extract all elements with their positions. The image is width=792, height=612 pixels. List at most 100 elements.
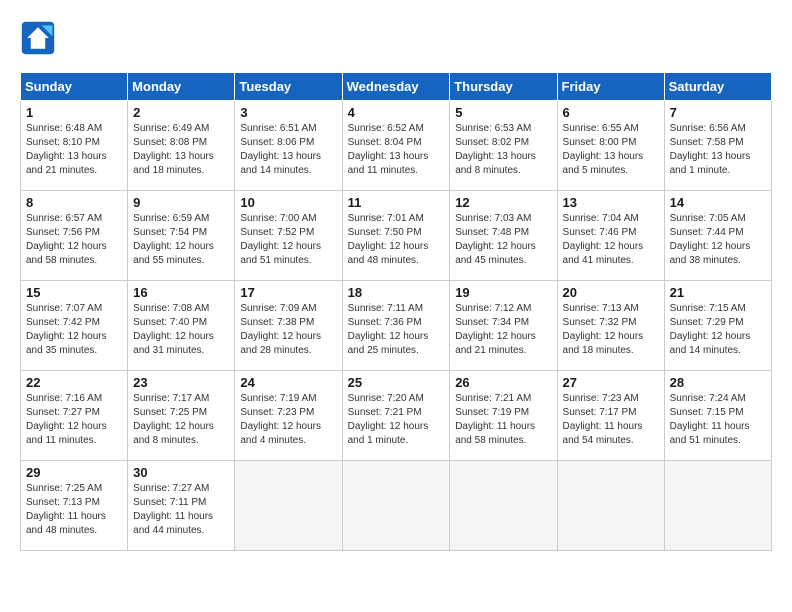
calendar-cell: 15 Sunrise: 7:07 AM Sunset: 7:42 PM Dayli…	[21, 281, 128, 371]
calendar-cell: 18Sunrise: 7:11 AM Sunset: 7:36 PM Dayli…	[342, 281, 450, 371]
calendar-header-monday: Monday	[128, 73, 235, 101]
calendar-cell: 19Sunrise: 7:12 AM Sunset: 7:34 PM Dayli…	[450, 281, 557, 371]
calendar-week-5: 29 Sunrise: 7:25 AM Sunset: 7:13 PM Dayli…	[21, 461, 772, 551]
day-number: 12	[455, 195, 551, 210]
day-number: 8	[26, 195, 122, 210]
day-info: Sunrise: 7:13 AM Sunset: 7:32 PM Dayligh…	[563, 302, 659, 358]
calendar-cell: 16 Sunrise: 7:08 AM Sunset: 7:40 PM Dayli…	[128, 281, 235, 371]
day-number: 22	[26, 375, 122, 390]
day-number: 25	[348, 375, 445, 390]
day-info: Sunrise: 6:52 AM Sunset: 8:04 PM Dayligh…	[348, 122, 445, 178]
day-info: Sunrise: 6:59 AM Sunset: 7:54 PM Dayligh…	[133, 212, 229, 268]
calendar-week-3: 15 Sunrise: 7:07 AM Sunset: 7:42 PM Dayli…	[21, 281, 772, 371]
day-info: Sunrise: 6:57 AM Sunset: 7:56 PM Dayligh…	[26, 212, 122, 268]
day-info: Sunrise: 7:21 AM Sunset: 7:19 PM Dayligh…	[455, 392, 551, 448]
calendar-header-thursday: Thursday	[450, 73, 557, 101]
calendar-cell: 20 Sunrise: 7:13 AM Sunset: 7:32 PM Dayli…	[557, 281, 664, 371]
day-number: 10	[240, 195, 336, 210]
calendar-cell: 7 Sunrise: 6:56 AM Sunset: 7:58 PM Daylig…	[664, 101, 771, 191]
calendar-cell: 28 Sunrise: 7:24 AM Sunset: 7:15 PM Dayli…	[664, 371, 771, 461]
calendar-week-1: 1Sunrise: 6:48 AM Sunset: 8:10 PM Daylig…	[21, 101, 772, 191]
day-info: Sunrise: 6:51 AM Sunset: 8:06 PM Dayligh…	[240, 122, 336, 178]
page-header	[20, 20, 772, 56]
calendar-header-wednesday: Wednesday	[342, 73, 450, 101]
day-number: 19	[455, 285, 551, 300]
day-info: Sunrise: 7:24 AM Sunset: 7:15 PM Dayligh…	[670, 392, 766, 448]
day-info: Sunrise: 6:56 AM Sunset: 7:58 PM Dayligh…	[670, 122, 766, 178]
calendar-cell: 17 Sunrise: 7:09 AM Sunset: 7:38 PM Dayli…	[235, 281, 342, 371]
day-number: 24	[240, 375, 336, 390]
calendar-cell: 13Sunrise: 7:04 AM Sunset: 7:46 PM Dayli…	[557, 191, 664, 281]
day-number: 17	[240, 285, 336, 300]
calendar-cell	[664, 461, 771, 551]
calendar-cell	[235, 461, 342, 551]
day-info: Sunrise: 6:53 AM Sunset: 8:02 PM Dayligh…	[455, 122, 551, 178]
day-number: 3	[240, 105, 336, 120]
calendar-cell: 11 Sunrise: 7:01 AM Sunset: 7:50 PM Dayli…	[342, 191, 450, 281]
calendar-cell: 3 Sunrise: 6:51 AM Sunset: 8:06 PM Daylig…	[235, 101, 342, 191]
calendar-header-saturday: Saturday	[664, 73, 771, 101]
day-info: Sunrise: 7:03 AM Sunset: 7:48 PM Dayligh…	[455, 212, 551, 268]
day-info: Sunrise: 7:19 AM Sunset: 7:23 PM Dayligh…	[240, 392, 336, 448]
day-number: 11	[348, 195, 445, 210]
day-number: 16	[133, 285, 229, 300]
calendar-header-sunday: Sunday	[21, 73, 128, 101]
day-number: 4	[348, 105, 445, 120]
day-number: 9	[133, 195, 229, 210]
calendar-cell: 14 Sunrise: 7:05 AM Sunset: 7:44 PM Dayli…	[664, 191, 771, 281]
day-number: 2	[133, 105, 229, 120]
calendar-header-tuesday: Tuesday	[235, 73, 342, 101]
day-number: 7	[670, 105, 766, 120]
day-number: 21	[670, 285, 766, 300]
calendar-cell: 4 Sunrise: 6:52 AM Sunset: 8:04 PM Daylig…	[342, 101, 450, 191]
calendar-cell: 26 Sunrise: 7:21 AM Sunset: 7:19 PM Dayli…	[450, 371, 557, 461]
calendar-cell	[342, 461, 450, 551]
day-info: Sunrise: 7:05 AM Sunset: 7:44 PM Dayligh…	[670, 212, 766, 268]
calendar-cell: 8 Sunrise: 6:57 AM Sunset: 7:56 PM Daylig…	[21, 191, 128, 281]
day-info: Sunrise: 7:17 AM Sunset: 7:25 PM Dayligh…	[133, 392, 229, 448]
calendar-cell: 10 Sunrise: 7:00 AM Sunset: 7:52 PM Dayli…	[235, 191, 342, 281]
calendar-cell: 24 Sunrise: 7:19 AM Sunset: 7:23 PM Dayli…	[235, 371, 342, 461]
calendar-cell: 30 Sunrise: 7:27 AM Sunset: 7:11 PM Dayli…	[128, 461, 235, 551]
day-info: Sunrise: 7:08 AM Sunset: 7:40 PM Dayligh…	[133, 302, 229, 358]
day-info: Sunrise: 7:01 AM Sunset: 7:50 PM Dayligh…	[348, 212, 445, 268]
day-number: 14	[670, 195, 766, 210]
day-info: Sunrise: 7:07 AM Sunset: 7:42 PM Dayligh…	[26, 302, 122, 358]
day-number: 23	[133, 375, 229, 390]
calendar-cell: 5Sunrise: 6:53 AM Sunset: 8:02 PM Daylig…	[450, 101, 557, 191]
calendar-week-4: 22 Sunrise: 7:16 AM Sunset: 7:27 PM Dayli…	[21, 371, 772, 461]
day-number: 15	[26, 285, 122, 300]
day-info: Sunrise: 6:55 AM Sunset: 8:00 PM Dayligh…	[563, 122, 659, 178]
logo	[20, 20, 62, 56]
day-info: Sunrise: 7:09 AM Sunset: 7:38 PM Dayligh…	[240, 302, 336, 358]
day-info: Sunrise: 7:27 AM Sunset: 7:11 PM Dayligh…	[133, 482, 229, 538]
calendar-cell: 2Sunrise: 6:49 AM Sunset: 8:08 PM Daylig…	[128, 101, 235, 191]
calendar-cell: 9 Sunrise: 6:59 AM Sunset: 7:54 PM Daylig…	[128, 191, 235, 281]
calendar-header-friday: Friday	[557, 73, 664, 101]
day-number: 13	[563, 195, 659, 210]
day-number: 29	[26, 465, 122, 480]
calendar-cell: 12 Sunrise: 7:03 AM Sunset: 7:48 PM Dayli…	[450, 191, 557, 281]
day-number: 1	[26, 105, 122, 120]
day-number: 26	[455, 375, 551, 390]
day-number: 18	[348, 285, 445, 300]
day-info: Sunrise: 7:00 AM Sunset: 7:52 PM Dayligh…	[240, 212, 336, 268]
day-info: Sunrise: 7:23 AM Sunset: 7:17 PM Dayligh…	[563, 392, 659, 448]
day-info: Sunrise: 7:15 AM Sunset: 7:29 PM Dayligh…	[670, 302, 766, 358]
day-info: Sunrise: 7:25 AM Sunset: 7:13 PM Dayligh…	[26, 482, 122, 538]
calendar-cell: 27Sunrise: 7:23 AM Sunset: 7:17 PM Dayli…	[557, 371, 664, 461]
calendar-cell: 1Sunrise: 6:48 AM Sunset: 8:10 PM Daylig…	[21, 101, 128, 191]
calendar-cell: 23 Sunrise: 7:17 AM Sunset: 7:25 PM Dayli…	[128, 371, 235, 461]
logo-icon	[20, 20, 56, 56]
calendar-table: SundayMondayTuesdayWednesdayThursdayFrid…	[20, 72, 772, 551]
day-number: 28	[670, 375, 766, 390]
day-number: 30	[133, 465, 229, 480]
day-info: Sunrise: 7:16 AM Sunset: 7:27 PM Dayligh…	[26, 392, 122, 448]
day-number: 6	[563, 105, 659, 120]
calendar-cell: 21 Sunrise: 7:15 AM Sunset: 7:29 PM Dayli…	[664, 281, 771, 371]
calendar-week-2: 8 Sunrise: 6:57 AM Sunset: 7:56 PM Daylig…	[21, 191, 772, 281]
day-number: 20	[563, 285, 659, 300]
calendar-header-row: SundayMondayTuesdayWednesdayThursdayFrid…	[21, 73, 772, 101]
calendar-cell: 25Sunrise: 7:20 AM Sunset: 7:21 PM Dayli…	[342, 371, 450, 461]
calendar-cell: 6 Sunrise: 6:55 AM Sunset: 8:00 PM Daylig…	[557, 101, 664, 191]
